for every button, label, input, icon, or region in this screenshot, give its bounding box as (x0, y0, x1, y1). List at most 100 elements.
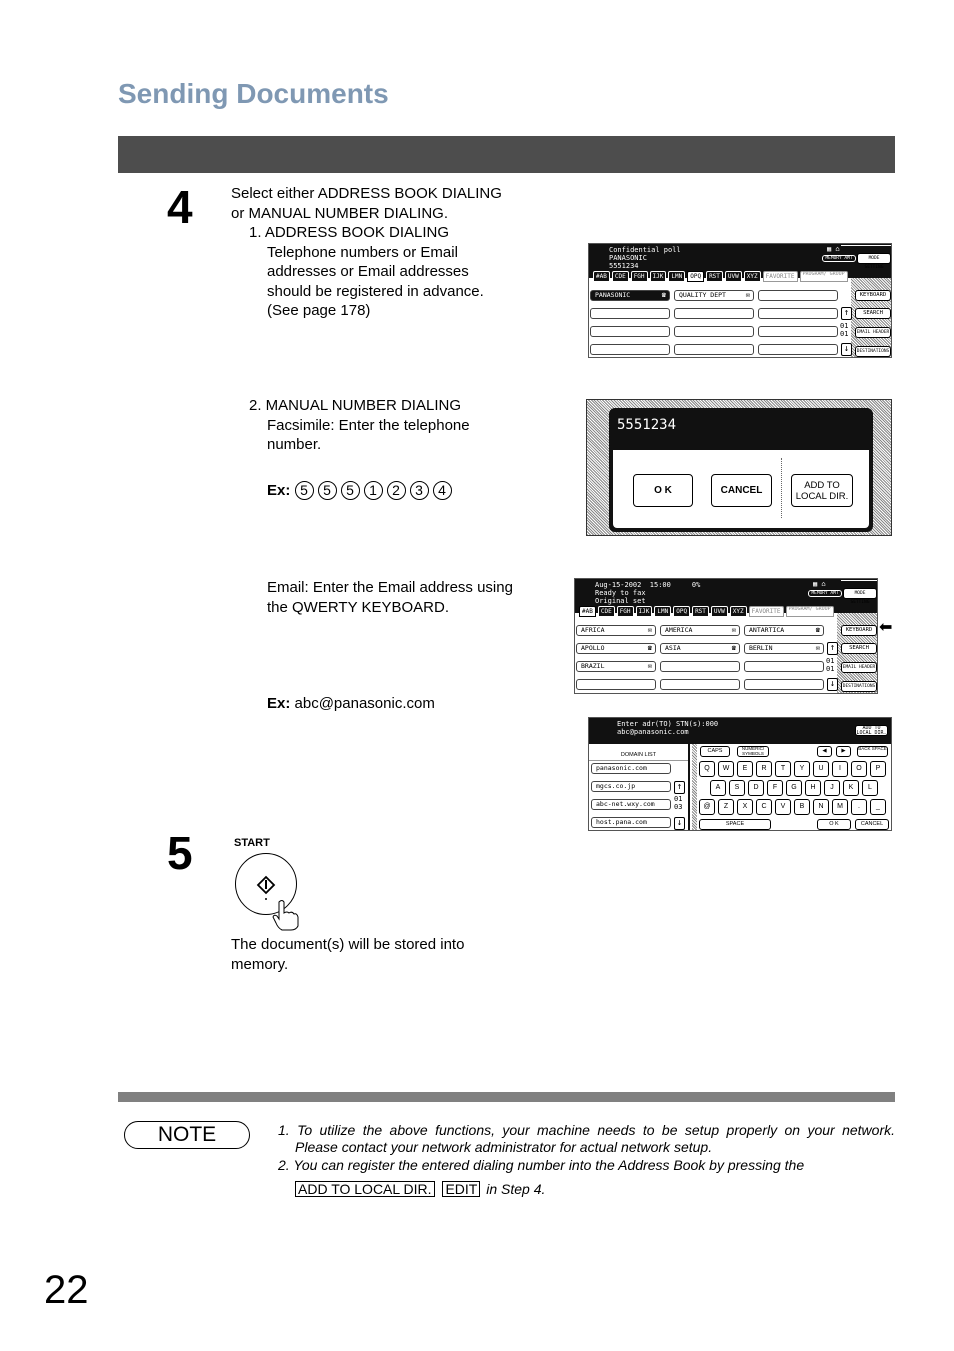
add-to-local-dir-button[interactable]: ADD TO LOCAL DIR. (791, 474, 853, 507)
entry-antartica[interactable]: ANTARTICA ☎ (744, 625, 824, 636)
tab-ijk[interactable]: IJK (649, 271, 667, 282)
domain-item[interactable]: panasonic.com (591, 763, 671, 774)
domain-item[interactable]: abc-net.wxy.com (591, 799, 671, 810)
entry-empty[interactable] (576, 679, 656, 690)
tab-program-group[interactable]: PROGRAM/ GROUP (799, 271, 848, 282)
key-o[interactable]: O (851, 761, 867, 777)
search-button[interactable]: SEARCH (841, 643, 877, 654)
tab-uvw[interactable]: UVW (724, 271, 742, 282)
entry-empty[interactable] (674, 326, 754, 337)
tab-fgh[interactable]: FGH (630, 271, 648, 282)
entry-empty[interactable] (590, 326, 670, 337)
key-l[interactable]: L (862, 780, 878, 796)
entry-america[interactable]: AMERICA ✉ (660, 625, 740, 636)
tab-fgh[interactable]: FGH (616, 606, 634, 617)
mode-setting-button[interactable]: MODE SETTING (857, 253, 891, 270)
key-underscore[interactable]: _ (870, 799, 886, 815)
scroll-up-button[interactable]: ↑ (827, 642, 838, 655)
entry-empty[interactable] (744, 679, 824, 690)
domain-item[interactable]: mgcs.co.jp (591, 781, 671, 792)
tab-ab[interactable]: #AB (579, 606, 596, 617)
tab-xyz[interactable]: XYZ (729, 606, 747, 617)
key-at[interactable]: @ (699, 799, 715, 815)
entry-apollo[interactable]: APOLLO ☎ (576, 643, 656, 654)
mode-setting-button[interactable]: MODE SETTING (843, 588, 877, 605)
tab-lmn[interactable]: LMN (668, 271, 686, 282)
entry-empty[interactable] (590, 308, 670, 319)
tab-opq[interactable]: OPQ (687, 271, 705, 282)
entry-empty[interactable] (590, 344, 670, 355)
add-to-local-dir-button[interactable]: ADD TO LOCAL DIR. (855, 725, 888, 736)
tab-cde[interactable]: CDE (597, 606, 615, 617)
key-m[interactable]: M (832, 799, 848, 815)
entry-empty[interactable] (674, 308, 754, 319)
entry-empty[interactable] (660, 679, 740, 690)
key-b[interactable]: B (794, 799, 810, 815)
numeric-symbols-button[interactable]: NUMERIC/ SYMBOLS (737, 746, 769, 757)
entry-brazil[interactable]: BRAZIL ✉ (576, 661, 656, 672)
cursor-left-button[interactable]: ◀ (817, 746, 832, 757)
entry-panasonic[interactable]: PANASONIC ☎ (590, 290, 670, 301)
key-a[interactable]: A (710, 780, 726, 796)
email-header-button[interactable]: EMAIL HEADER (841, 662, 877, 673)
keyboard-button[interactable]: KEYBOARD (855, 290, 891, 301)
tab-favorite[interactable]: FAVORITE (748, 606, 784, 617)
key-n[interactable]: N (813, 799, 829, 815)
cursor-right-button[interactable]: ▶ (836, 746, 851, 757)
tab-favorite[interactable]: FAVORITE (762, 271, 798, 282)
key-g[interactable]: G (786, 780, 802, 796)
key-r[interactable]: R (756, 761, 772, 777)
key-u[interactable]: U (813, 761, 829, 777)
key-i[interactable]: I (832, 761, 848, 777)
key-c[interactable]: C (756, 799, 772, 815)
key-period[interactable]: . (851, 799, 867, 815)
key-e[interactable]: E (737, 761, 753, 777)
tab-lmn[interactable]: LMN (654, 606, 672, 617)
tab-cde[interactable]: CDE (611, 271, 629, 282)
key-z[interactable]: Z (718, 799, 734, 815)
email-header-button[interactable]: EMAIL HEADER (855, 327, 891, 338)
tab-program-group[interactable]: PROGRAM/ GROUP (785, 606, 834, 617)
scroll-down-button[interactable]: ↓ (827, 678, 838, 691)
entry-asia[interactable]: ASIA ☎ (660, 643, 740, 654)
key-v[interactable]: V (775, 799, 791, 815)
scroll-down-button[interactable]: ↓ (674, 817, 685, 830)
entry-empty[interactable] (744, 661, 824, 672)
entry-empty[interactable] (758, 344, 838, 355)
key-f[interactable]: F (767, 780, 783, 796)
tab-uvw[interactable]: UVW (710, 606, 728, 617)
tab-ab[interactable]: #AB (593, 271, 610, 282)
keyboard-button[interactable]: KEYBOARD (841, 625, 877, 636)
destinations-button[interactable]: DESTINATIONS (841, 681, 877, 692)
scroll-down-button[interactable]: ↓ (841, 343, 852, 356)
entry-quality-dept[interactable]: QUALITY DEPT ✉ (674, 290, 754, 301)
tab-xyz[interactable]: XYZ (743, 271, 761, 282)
tab-ijk[interactable]: IJK (635, 606, 653, 617)
cancel-button[interactable]: CANCEL (855, 819, 889, 830)
ok-button[interactable]: O K (817, 819, 851, 830)
entry-empty[interactable] (660, 661, 740, 672)
key-k[interactable]: K (843, 780, 859, 796)
key-d[interactable]: D (748, 780, 764, 796)
key-w[interactable]: W (718, 761, 734, 777)
destinations-button[interactable]: DESTINATIONS (855, 346, 891, 357)
backspace-button[interactable]: BACK SPACE (857, 746, 888, 757)
entry-empty[interactable] (674, 344, 754, 355)
key-t[interactable]: T (775, 761, 791, 777)
tab-rst[interactable]: RST (692, 606, 709, 617)
search-button[interactable]: SEARCH (855, 308, 891, 319)
entry-africa[interactable]: AFRICA ✉ (576, 625, 656, 636)
key-q[interactable]: Q (699, 761, 715, 777)
key-h[interactable]: H (805, 780, 821, 796)
domain-item[interactable]: host.pana.com (591, 817, 671, 828)
key-y[interactable]: Y (794, 761, 810, 777)
caps-button[interactable]: CAPS (700, 746, 730, 757)
entry-empty[interactable] (758, 308, 838, 319)
scroll-up-button[interactable]: ↑ (674, 781, 685, 794)
key-s[interactable]: S (729, 780, 745, 796)
entry-berlin[interactable]: BERLIN ✉ (744, 643, 824, 654)
cancel-button[interactable]: CANCEL (711, 474, 772, 507)
scroll-up-button[interactable]: ↑ (841, 307, 852, 320)
tab-rst[interactable]: RST (706, 271, 723, 282)
space-button[interactable]: SPACE (699, 819, 771, 830)
